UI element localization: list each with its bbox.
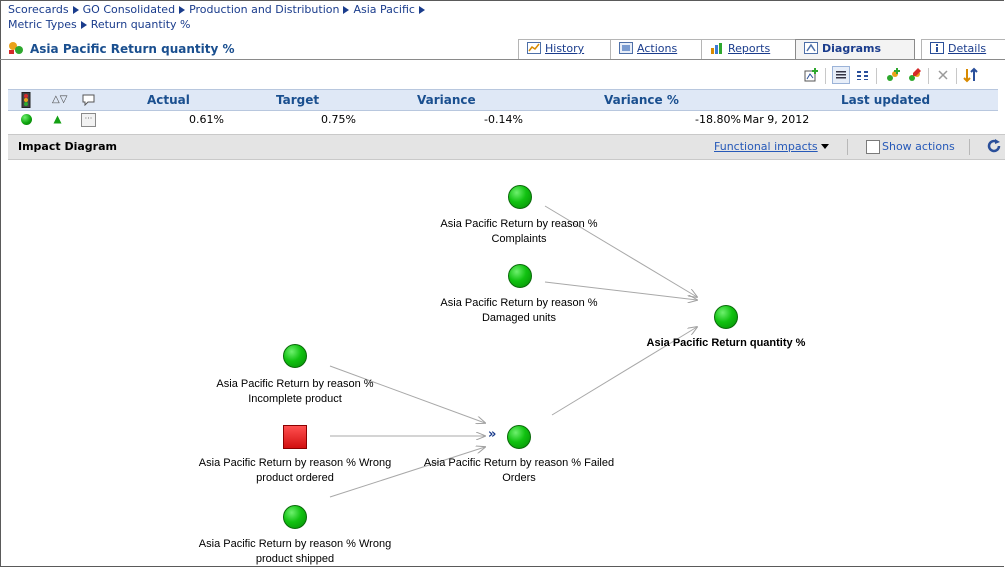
node-incomplete-status[interactable] bbox=[283, 344, 307, 368]
node-damaged-status[interactable] bbox=[508, 264, 532, 288]
node-incomplete-label[interactable]: Asia Pacific Return by reason % Incomple… bbox=[216, 377, 373, 407]
expand-chevron-icon[interactable]: » bbox=[488, 427, 496, 442]
node-failed-orders-status[interactable] bbox=[507, 425, 531, 449]
node-wrong-ordered-label[interactable]: Asia Pacific Return by reason % Wrong pr… bbox=[199, 456, 391, 486]
node-complaints-status[interactable] bbox=[508, 185, 532, 209]
node-wrong-shipped-status[interactable] bbox=[283, 505, 307, 529]
node-target-label[interactable]: Asia Pacific Return quantity % bbox=[647, 336, 806, 351]
node-failed-orders-label[interactable]: Asia Pacific Return by reason % Failed O… bbox=[424, 456, 614, 486]
node-target-status[interactable] bbox=[714, 305, 738, 329]
node-damaged-label[interactable]: Asia Pacific Return by reason % Damaged … bbox=[440, 296, 597, 326]
node-complaints-label[interactable]: Asia Pacific Return by reason % Complain… bbox=[440, 217, 597, 247]
node-wrong-ordered-status[interactable] bbox=[283, 425, 307, 449]
node-wrong-shipped-label[interactable]: Asia Pacific Return by reason % Wrong pr… bbox=[199, 537, 391, 567]
